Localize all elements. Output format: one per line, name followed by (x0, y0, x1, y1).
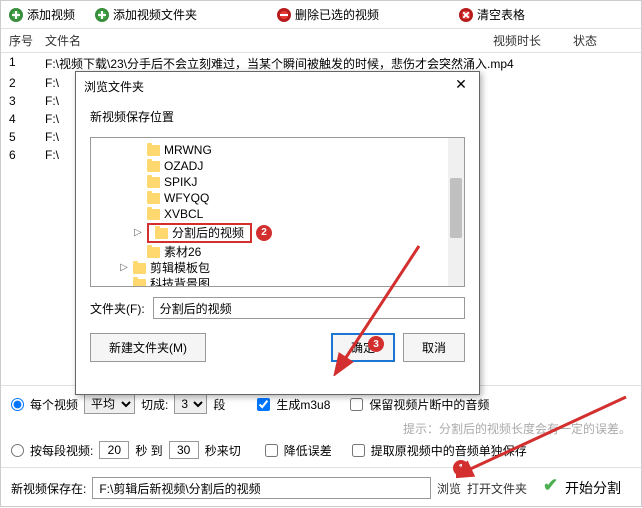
mode-each-radio[interactable] (11, 398, 24, 411)
tree-item[interactable]: WFYQQ (91, 190, 464, 206)
close-button[interactable]: ✕ (451, 76, 471, 96)
reduce-err-label: 降低误差 (284, 442, 332, 459)
keep-audio-checkbox[interactable] (350, 398, 363, 411)
folder-name: 素材26 (164, 245, 201, 259)
ok-button[interactable]: 确定 (331, 333, 395, 362)
mode-len-radio[interactable] (11, 444, 24, 457)
browse-link[interactable]: 浏览 (437, 480, 461, 497)
avg-select[interactable]: 平均 (84, 394, 135, 414)
folder-name: 分割后的视频 (172, 226, 244, 240)
cutto-label: 切成: (141, 396, 168, 413)
cell-seq: 1 (9, 55, 45, 72)
add-video-button[interactable]: 添加视频 (9, 6, 75, 23)
add-folder-label: 添加视频文件夹 (113, 6, 197, 23)
scroll-thumb[interactable] (450, 178, 462, 238)
dialog-title: 浏览文件夹 (84, 78, 144, 95)
col-seq: 序号 (9, 32, 45, 49)
folder-icon (147, 145, 160, 156)
tree-item[interactable]: 素材26 (91, 244, 464, 260)
dialog-label: 新视频保存位置 (76, 100, 479, 129)
hint-text: 提示：分割后的视频长度会有一定的误差。 (403, 420, 631, 437)
annotation-badge-3: 3 (368, 336, 384, 352)
folder-icon (133, 279, 146, 288)
col-stat: 状态 (573, 32, 633, 49)
clear-table-button[interactable]: 清空表格 (459, 6, 525, 23)
folder-icon (133, 263, 146, 274)
folder-name: 剪辑模板包 (150, 261, 210, 275)
col-dur: 视频时长 (493, 32, 573, 49)
folder-icon (147, 161, 160, 172)
folder-name: OZADJ (164, 159, 203, 173)
gen-m3u8-label: 生成m3u8 (276, 396, 330, 413)
add-folder-button[interactable]: 添加视频文件夹 (95, 6, 197, 23)
folder-path-input[interactable] (153, 297, 465, 319)
save-path-input[interactable] (92, 477, 431, 499)
add-video-label: 添加视频 (27, 6, 75, 23)
keep-audio-label: 保留视频片断中的音频 (369, 396, 489, 413)
folder-name: WFYQQ (164, 191, 209, 205)
clear-table-label: 清空表格 (477, 6, 525, 23)
sec-lbl2: 秒来切 (205, 442, 241, 459)
x-icon (459, 8, 473, 22)
tree-item[interactable]: XVBCL (91, 206, 464, 222)
mode-each-label: 每个视频 (30, 396, 78, 413)
folder-icon (147, 209, 160, 220)
cell-seq: 4 (9, 112, 45, 126)
cell-seq: 5 (9, 130, 45, 144)
start-split-button[interactable]: 开始分割 (533, 474, 631, 502)
sec-to-input[interactable] (169, 441, 199, 459)
delete-selected-button[interactable]: 删除已选的视频 (277, 6, 379, 23)
col-name: 文件名 (45, 32, 493, 49)
folder-tree[interactable]: MRWNGOZADJSPIKJWFYQQXVBCL▷分割后的视频2素材26▷剪辑… (90, 137, 465, 287)
sec-lbl1: 秒 到 (135, 442, 162, 459)
scrollbar[interactable] (448, 138, 464, 286)
folder-icon (147, 177, 160, 188)
cancel-button[interactable]: 取消 (403, 333, 465, 362)
chevron-right-icon: ▷ (133, 226, 143, 240)
folder-name: MRWNG (164, 143, 212, 157)
tree-item[interactable]: 科技背景图 (91, 276, 464, 287)
folder-icon (147, 193, 160, 204)
minus-icon (277, 8, 291, 22)
check-icon (543, 479, 561, 497)
chevron-right-icon: ▷ (119, 261, 129, 275)
plus-icon (9, 8, 23, 22)
folder-name: 科技背景图 (150, 277, 210, 287)
tree-item[interactable]: ▷分割后的视频2 (91, 222, 464, 244)
new-folder-button[interactable]: 新建文件夹(M) (90, 333, 206, 362)
gen-m3u8-checkbox[interactable] (257, 398, 270, 411)
annotation-badge-2: 2 (256, 225, 272, 241)
annotation-badge-1: 1 (453, 460, 469, 476)
selected-folder: 分割后的视频2 (147, 223, 252, 243)
seg-label: 段 (213, 396, 225, 413)
folder-path-label: 文件夹(F): (90, 300, 145, 317)
browse-folder-dialog: 浏览文件夹 ✕ 新视频保存位置 MRWNG OZADJ SPIKJ WFYQQ XVBC… (75, 71, 480, 395)
cell-seq: 2 (9, 76, 45, 90)
open-folder-link[interactable]: 打开文件夹 (467, 480, 527, 497)
sec-from-input[interactable] (99, 441, 129, 459)
folder-icon (147, 247, 160, 258)
cutto-select[interactable]: 3 (174, 394, 207, 414)
tree-item[interactable]: ▷ 剪辑模板包 (91, 260, 464, 276)
folder-name: SPIKJ (164, 175, 197, 189)
cell-seq: 6 (9, 148, 45, 162)
cell-seq: 3 (9, 94, 45, 108)
tree-item[interactable]: SPIKJ (91, 174, 464, 190)
plus-icon (95, 8, 109, 22)
cell-name: F:\视频下载\23\分手后不会立刻难过，当某个瞬间被触发的时候，悲伤才会突然涌… (45, 55, 633, 72)
folder-name: XVBCL (164, 207, 203, 221)
delete-selected-label: 删除已选的视频 (295, 6, 379, 23)
save-path-label: 新视频保存在: (11, 480, 86, 497)
reduce-err-checkbox[interactable] (265, 444, 278, 457)
start-label: 开始分割 (565, 478, 621, 498)
mode-len-label: 按每段视频: (30, 442, 93, 459)
tree-item[interactable]: OZADJ (91, 158, 464, 174)
folder-icon (155, 228, 168, 239)
extract-audio-label: 提取原视频中的音频单独保存 (371, 442, 527, 459)
extract-audio-checkbox[interactable] (352, 444, 365, 457)
tree-item[interactable]: MRWNG (91, 142, 464, 158)
